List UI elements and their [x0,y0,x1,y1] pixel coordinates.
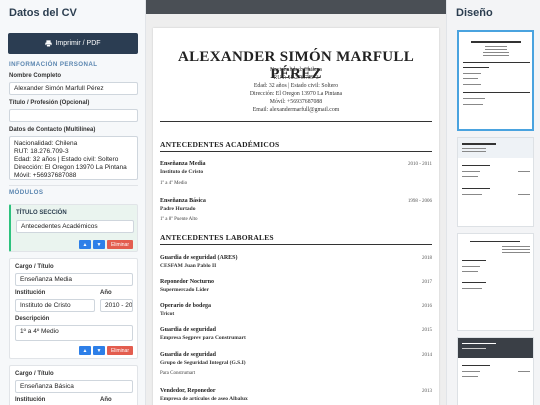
cv-entry-year: 2015 [422,328,432,333]
institution-label: Institución [15,397,46,403]
cv-entry-sub: Supermercado Líder [160,287,209,293]
personal-info-heading: INFORMACIÓN PERSONAL [9,61,98,68]
section-actions: ▲ ▼ Eliminar [78,240,133,249]
cv-entry-desc: Para Construmart [160,371,196,376]
year-label: Año [100,397,112,403]
divider [9,185,138,186]
delete-button[interactable]: Eliminar [106,240,133,249]
print-pdf-label: Imprimir / PDF [55,40,101,47]
section-title-input[interactable]: Antecedentes Académicos [16,220,134,233]
cv-rule [160,151,432,152]
print-pdf-button[interactable]: Imprimir / PDF [8,33,138,54]
contact-line: Edad: 32 años | Estado civil: Soltero [14,156,119,163]
cv-entry-year: 2013 [422,389,432,394]
editor-panel: Datos del CV Imprimir / PDF INFORMACIÓN … [0,0,146,405]
name-input[interactable]: Alexander Simón Marfull Pérez [9,82,138,95]
cv-section-title: ANTECEDENTES ACADÉMICOS [160,140,280,149]
cv-info-line: Dirección: El Oregon 13970 La Pintana [249,91,343,97]
year-input[interactable]: 2010 - 2011 [100,299,133,312]
modules-heading: MÓDULOS [9,189,44,196]
cv-entry-title: Vendedor, Reponedor [160,388,216,394]
cv-info-line: Email: alexandermarfull@gmail.com [252,107,340,113]
design-thumbnail-minimal[interactable] [457,233,534,331]
cv-entry-year: 2016 [422,304,432,309]
cv-entry-title: Reponedor Nocturno [160,279,215,285]
cv-entry-title: Guardia de seguridad (ARES) [160,255,238,261]
design-panel: Diseño [446,0,540,405]
cargo-input[interactable]: Enseñanza Básica [15,380,133,393]
cv-entry-sub: Empresa Segprev para Construmart [160,335,246,341]
cv-entry-sub: Instituto de Cristo [160,169,204,175]
printer-icon [45,40,53,47]
section-title-label: TÍTULO SECCIÓN [16,210,67,216]
cargo-input[interactable]: Enseñanza Media [15,273,133,286]
cv-section-title: ANTECEDENTES LABORALES [160,233,274,242]
institution-label: Institución [15,290,46,296]
move-up-button[interactable]: ▲ [78,240,91,249]
preview-toolbar [146,0,446,14]
cv-rule [160,244,432,245]
cv-entry-year: 1998 - 2006 [407,199,432,204]
cv-entry-year: 2010 - 2011 [408,162,432,167]
move-down-button[interactable]: ▼ [92,346,105,355]
cv-sheet: ALEXANDER SIMÓN MARFULL PÉREZ Nacionalid… [153,28,439,405]
cv-entry-title: Operario de bodega [160,303,211,309]
cv-entry-sub: Padre Hurtado [160,206,196,212]
description-label: Descripción [15,316,50,322]
cv-entry-sub: CESFAM Juan Pablo II [160,263,217,269]
cv-entry-title: Guardia de seguridad [160,352,217,358]
contact-textarea[interactable]: Nacionalidad: Chilena RUT: 18.276.709-3 … [9,136,138,180]
contact-line: RUT: 18.276.709-3 [14,148,69,155]
cv-info-line: Edad: 32 años | Estado civil: Soltero [253,83,339,89]
delete-button[interactable]: Eliminar [106,346,133,355]
cv-info-line: RUT: 18.276.709-3 [273,75,319,81]
cv-entry-title: Guardia de seguridad [160,327,217,333]
cv-preview: ALEXANDER SIMÓN MARFULL PÉREZ Nacionalid… [146,0,446,405]
title-input[interactable] [9,109,138,122]
title-label: Título / Profesión (Opcional) [9,100,90,106]
cv-entry-year: 2014 [422,353,432,358]
contact-line: Dirección: El Oregon 13970 La Pintana [14,164,127,171]
institution-input[interactable]: Instituto de Cristo [15,299,95,312]
cv-entry-year: 2018 [422,256,432,261]
cv-entry-desc: 1º a 4º Medio [160,181,188,186]
contact-line: Móvil: +56937687088 [14,172,77,179]
move-down-button[interactable]: ▼ [92,240,105,249]
cv-info-line: Nacionalidad: Chilena [270,67,322,73]
cargo-label: Cargo / Título [15,371,54,377]
cv-entry-sub: Empresa de artículos de aseo Albalux [160,396,248,402]
cargo-label: Cargo / Título [15,264,54,270]
cv-entry-sub: Tricot [160,311,175,317]
cv-info-line: Móvil: +56937687088 [269,99,323,105]
year-label: Año [100,290,112,296]
cv-rule [160,121,432,122]
name-label: Nombre Completo [9,73,62,79]
cv-entry-desc: 1º a 8º Puente Alto [160,217,198,222]
section-module-card: TÍTULO SECCIÓN Antecedentes Académicos ▲… [9,204,138,252]
design-thumbnail-header[interactable] [457,137,534,227]
cv-entry-title: Enseñanza Básica [160,198,206,204]
description-input[interactable]: 1º a 4º Medio [15,325,133,341]
design-thumbnail-dark-header[interactable] [457,337,534,405]
contact-line: Nacionalidad: Chilena [14,140,78,147]
entry-card: Cargo / Título Enseñanza Básica Instituc… [9,365,138,405]
cv-entry-year: 2017 [422,280,432,285]
editor-title: Datos del CV [9,7,77,19]
cv-entry-sub: Grupo de Seguridad Integral (G.S.I) [160,360,246,366]
entry-actions: ▲ ▼ Eliminar [78,346,133,355]
contact-label: Datos de Contacto (Multilínea) [9,127,96,133]
move-up-button[interactable]: ▲ [78,346,91,355]
cv-entry-title: Enseñanza Media [160,161,206,167]
entry-card: Cargo / Título Enseñanza Media Instituci… [9,258,138,359]
design-title: Diseño [456,7,493,19]
design-thumbnail-classic[interactable] [457,30,534,131]
